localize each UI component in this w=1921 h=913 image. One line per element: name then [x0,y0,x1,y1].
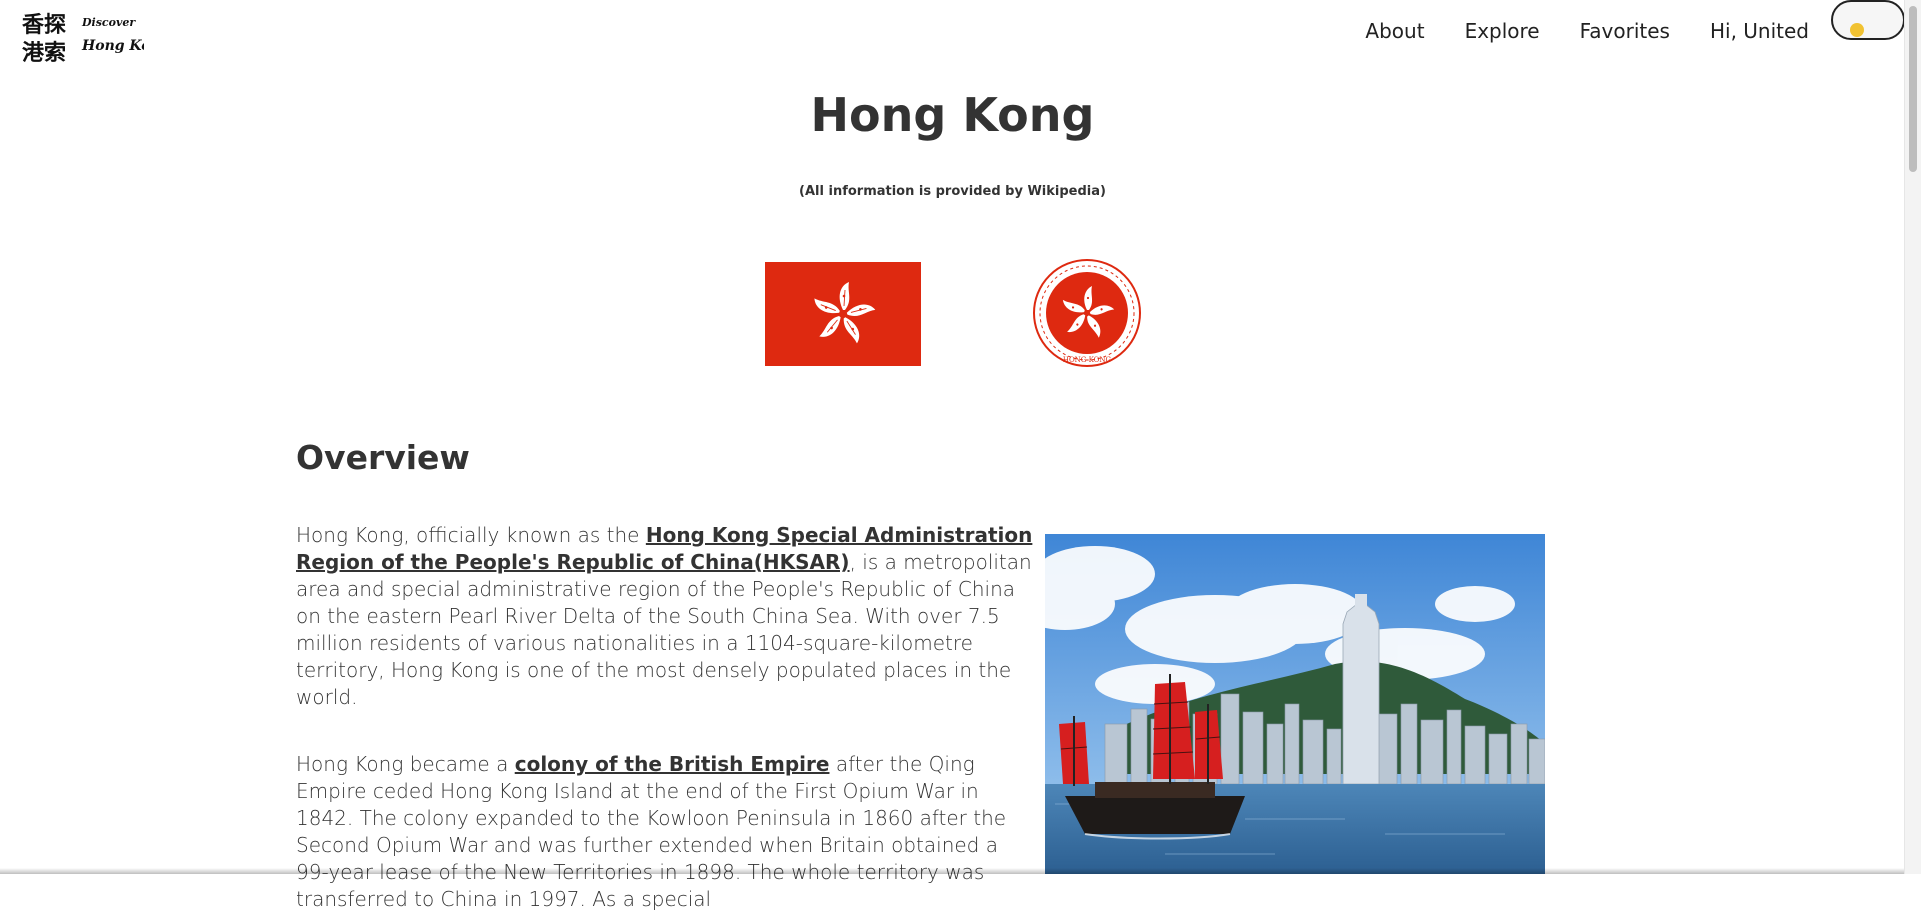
logo-chinese-top: 香探 [22,12,66,38]
nav-explore[interactable]: Explore [1465,18,1540,44]
site-logo[interactable]: 香探 港索 Discover Hong Kong [20,8,144,66]
source-note: (All information is provided by Wikipedi… [799,184,1106,199]
theme-toggle[interactable] [1831,0,1905,40]
overview-paragraph-2: Hong Kong became a colony of the British… [296,752,1007,911]
overview-heading: Overview [296,438,470,477]
bauhinia-emblem-icon: HONG KONG [1033,259,1141,367]
page-scrollbar[interactable] [1904,0,1921,874]
victoria-harbour-image [1045,534,1545,874]
overview-paragraph-1: Hong Kong, officially known as the Hong … [296,523,1033,709]
sun-icon [1850,23,1864,37]
nav-favorites[interactable]: Favorites [1580,18,1670,44]
bauhinia-flag-icon [765,262,921,366]
emblem-caption: HONG KONG [1063,356,1112,364]
british-empire-link[interactable]: colony of the British Empire [515,752,830,776]
logo-english-top: Discover [81,16,136,29]
nav-user-greeting[interactable]: Hi, United [1710,18,1809,44]
top-nav: About Explore Favorites Hi, United [1365,18,1809,44]
nav-about[interactable]: About [1365,18,1424,44]
page-title: Hong Kong [810,88,1095,142]
logo-english-bottom: Hong Kong [81,38,144,54]
logo-chinese-bottom: 港索 [22,40,66,66]
page-bottom-shadow [0,868,1905,874]
scrollbar-thumb[interactable] [1909,6,1917,172]
